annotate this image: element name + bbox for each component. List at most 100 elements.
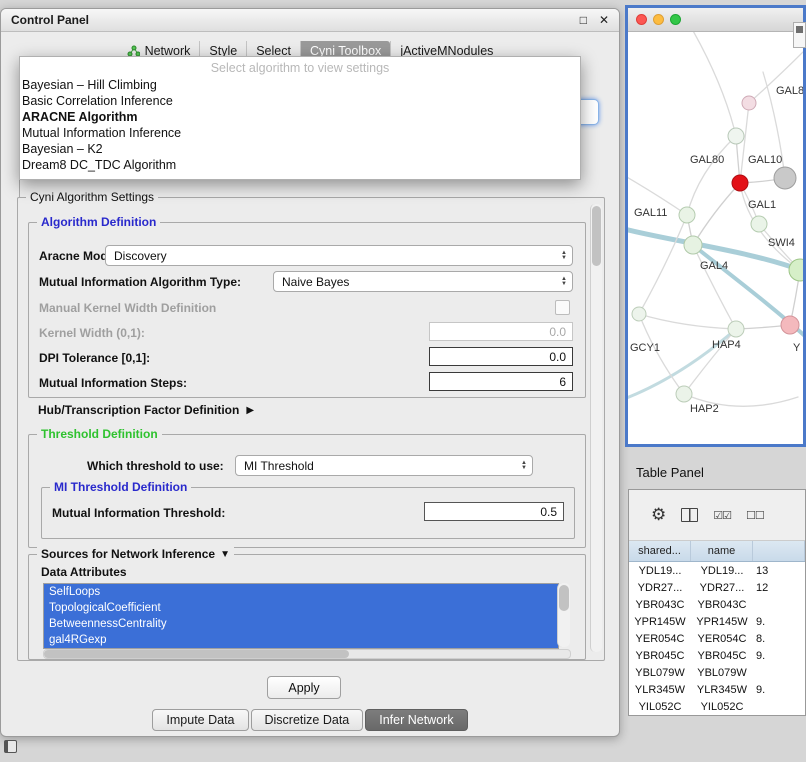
bottom-tab[interactable]: Discretize Data	[251, 709, 364, 731]
aracne-mode-select[interactable]: Discovery ▲▼	[105, 245, 573, 266]
algorithm-option[interactable]: Bayesian – K2	[20, 141, 580, 157]
sources-collapse-toggle[interactable]: Sources for Network Inference ▼	[37, 547, 234, 561]
table-cell[interactable]: YBL079W	[691, 664, 753, 681]
table-row[interactable]: YER054CYER054C8.	[629, 630, 805, 647]
algorithm-option[interactable]: ARACNE Algorithm	[20, 109, 580, 125]
table-cell[interactable]: YER054C	[691, 630, 753, 647]
panel-toggle-icon[interactable]	[4, 740, 17, 753]
network-edge[interactable]	[693, 245, 736, 329]
table-row[interactable]: YBL079WYBL079W	[629, 664, 805, 681]
network-node[interactable]	[632, 307, 646, 321]
network-node[interactable]	[732, 175, 748, 191]
table-cell[interactable]: 8.	[753, 630, 805, 647]
table-cell[interactable]: 12	[753, 579, 805, 596]
float-window-icon[interactable]: □	[580, 13, 587, 27]
table-cell[interactable]: YPR145W	[629, 613, 691, 630]
network-node[interactable]	[684, 236, 702, 254]
table-cell[interactable]	[753, 698, 805, 715]
table-row[interactable]: YBR045CYBR045C9.	[629, 647, 805, 664]
control-panel-titlebar[interactable]: Control Panel □ ✕	[1, 9, 619, 32]
network-node[interactable]	[676, 386, 692, 402]
table-cell[interactable]	[753, 664, 805, 681]
table-cell[interactable]: YDR27...	[691, 579, 753, 596]
gear-icon[interactable]: ⚙	[651, 505, 666, 525]
table-cell[interactable]: YLR345W	[691, 681, 753, 698]
settings-scrollbar[interactable]	[590, 204, 602, 652]
mi-threshold-field[interactable]: 0.5	[424, 502, 564, 521]
network-edge[interactable]	[688, 32, 736, 136]
table-row[interactable]: YIL052CYIL052C	[629, 698, 805, 715]
attribute-item[interactable]: gal4RGexp	[44, 632, 558, 648]
network-edge[interactable]	[740, 103, 749, 183]
network-node[interactable]	[774, 167, 796, 189]
network-node[interactable]	[728, 321, 744, 337]
minimize-traffic-light-icon[interactable]	[653, 14, 664, 25]
mi-type-select[interactable]: Naive Bayes ▲▼	[273, 271, 573, 292]
attribute-item[interactable]: BetweennessCentrality	[44, 616, 558, 632]
close-window-icon[interactable]: ✕	[599, 13, 609, 27]
table-cell[interactable]: YIL052C	[629, 698, 691, 715]
table-cell[interactable]: YBR045C	[629, 647, 691, 664]
network-node[interactable]	[781, 316, 799, 334]
table-cell[interactable]: YPR145W	[691, 613, 753, 630]
table-cell[interactable]: YDL19...	[691, 562, 753, 579]
table-row[interactable]: YPR145WYPR145W9.	[629, 613, 805, 630]
table-cell[interactable]: YBR043C	[691, 596, 753, 613]
table-cell[interactable]: 9.	[753, 681, 805, 698]
table-row[interactable]: YBR043CYBR043C	[629, 596, 805, 613]
network-node-label: Y	[793, 342, 801, 354]
network-node[interactable]	[728, 128, 744, 144]
table-row[interactable]: YDL19...YDL19...13	[629, 562, 805, 579]
network-node[interactable]	[742, 96, 756, 110]
apply-button[interactable]: Apply	[267, 676, 341, 699]
column-header[interactable]: shared...	[629, 541, 691, 561]
close-traffic-light-icon[interactable]	[636, 14, 647, 25]
dpi-tolerance-field[interactable]: 0.0	[429, 347, 573, 366]
network-edge[interactable]	[687, 136, 736, 215]
table-cell[interactable]: YIL052C	[691, 698, 753, 715]
attribute-list-vscrollbar[interactable]	[557, 583, 570, 647]
which-threshold-select[interactable]: MI Threshold ▲▼	[235, 455, 533, 476]
attribute-list-hscrollbar[interactable]	[43, 649, 571, 659]
algorithm-option[interactable]: Dream8 DC_TDC Algorithm	[20, 157, 580, 173]
attribute-item[interactable]: SelfLoops	[44, 584, 558, 600]
kernel-width-field[interactable]: 0.0	[429, 322, 573, 341]
mi-steps-field[interactable]: 6	[429, 372, 573, 391]
table-cell[interactable]: YLR345W	[629, 681, 691, 698]
table-cell[interactable]: YBL079W	[629, 664, 691, 681]
network-edge[interactable]	[639, 215, 687, 314]
algorithm-option[interactable]: Mutual Information Inference	[20, 125, 580, 141]
attribute-item[interactable]: TopologicalCoefficient	[44, 600, 558, 616]
network-window-titlebar[interactable]	[628, 8, 803, 32]
hub-definition-expander[interactable]: Hub/Transcription Factor Definition ▶	[38, 403, 254, 417]
mini-scrollbar[interactable]	[793, 22, 806, 48]
network-node[interactable]	[679, 207, 695, 223]
bottom-tab[interactable]: Infer Network	[365, 709, 467, 731]
bottom-tab[interactable]: Impute Data	[152, 709, 248, 731]
network-node[interactable]	[789, 259, 803, 281]
column-header[interactable]: name	[691, 541, 753, 561]
table-cell[interactable]: 9.	[753, 613, 805, 630]
manual-kernel-checkbox[interactable]	[555, 300, 570, 315]
table-cell[interactable]: 9.	[753, 647, 805, 664]
network-node[interactable]	[751, 216, 767, 232]
table-cell[interactable]: YBR045C	[691, 647, 753, 664]
table-cell[interactable]: YDR27...	[629, 579, 691, 596]
columns-icon[interactable]	[681, 508, 698, 522]
network-edge[interactable]	[693, 183, 740, 245]
column-header[interactable]	[753, 541, 805, 561]
zoom-traffic-light-icon[interactable]	[670, 14, 681, 25]
table-cell[interactable]: YER054C	[629, 630, 691, 647]
select-all-icon[interactable]: ☑☑	[713, 509, 731, 522]
network-edge[interactable]	[639, 314, 736, 329]
table-row[interactable]: YLR345WYLR345W9.	[629, 681, 805, 698]
algorithm-option[interactable]: Bayesian – Hill Climbing	[20, 77, 580, 93]
algorithm-option[interactable]: Basic Correlation Inference	[20, 93, 580, 109]
table-cell[interactable]: YBR043C	[629, 596, 691, 613]
table-cell[interactable]	[753, 596, 805, 613]
table-row[interactable]: YDR27...YDR27...12	[629, 579, 805, 596]
table-cell[interactable]: 13	[753, 562, 805, 579]
deselect-all-icon[interactable]: ☐☐	[746, 509, 764, 522]
network-canvas[interactable]: GAL8GAL80GAL10GAL11GAL1SWI4GAL4GCY1HAP4Y…	[628, 32, 803, 445]
table-cell[interactable]: YDL19...	[629, 562, 691, 579]
